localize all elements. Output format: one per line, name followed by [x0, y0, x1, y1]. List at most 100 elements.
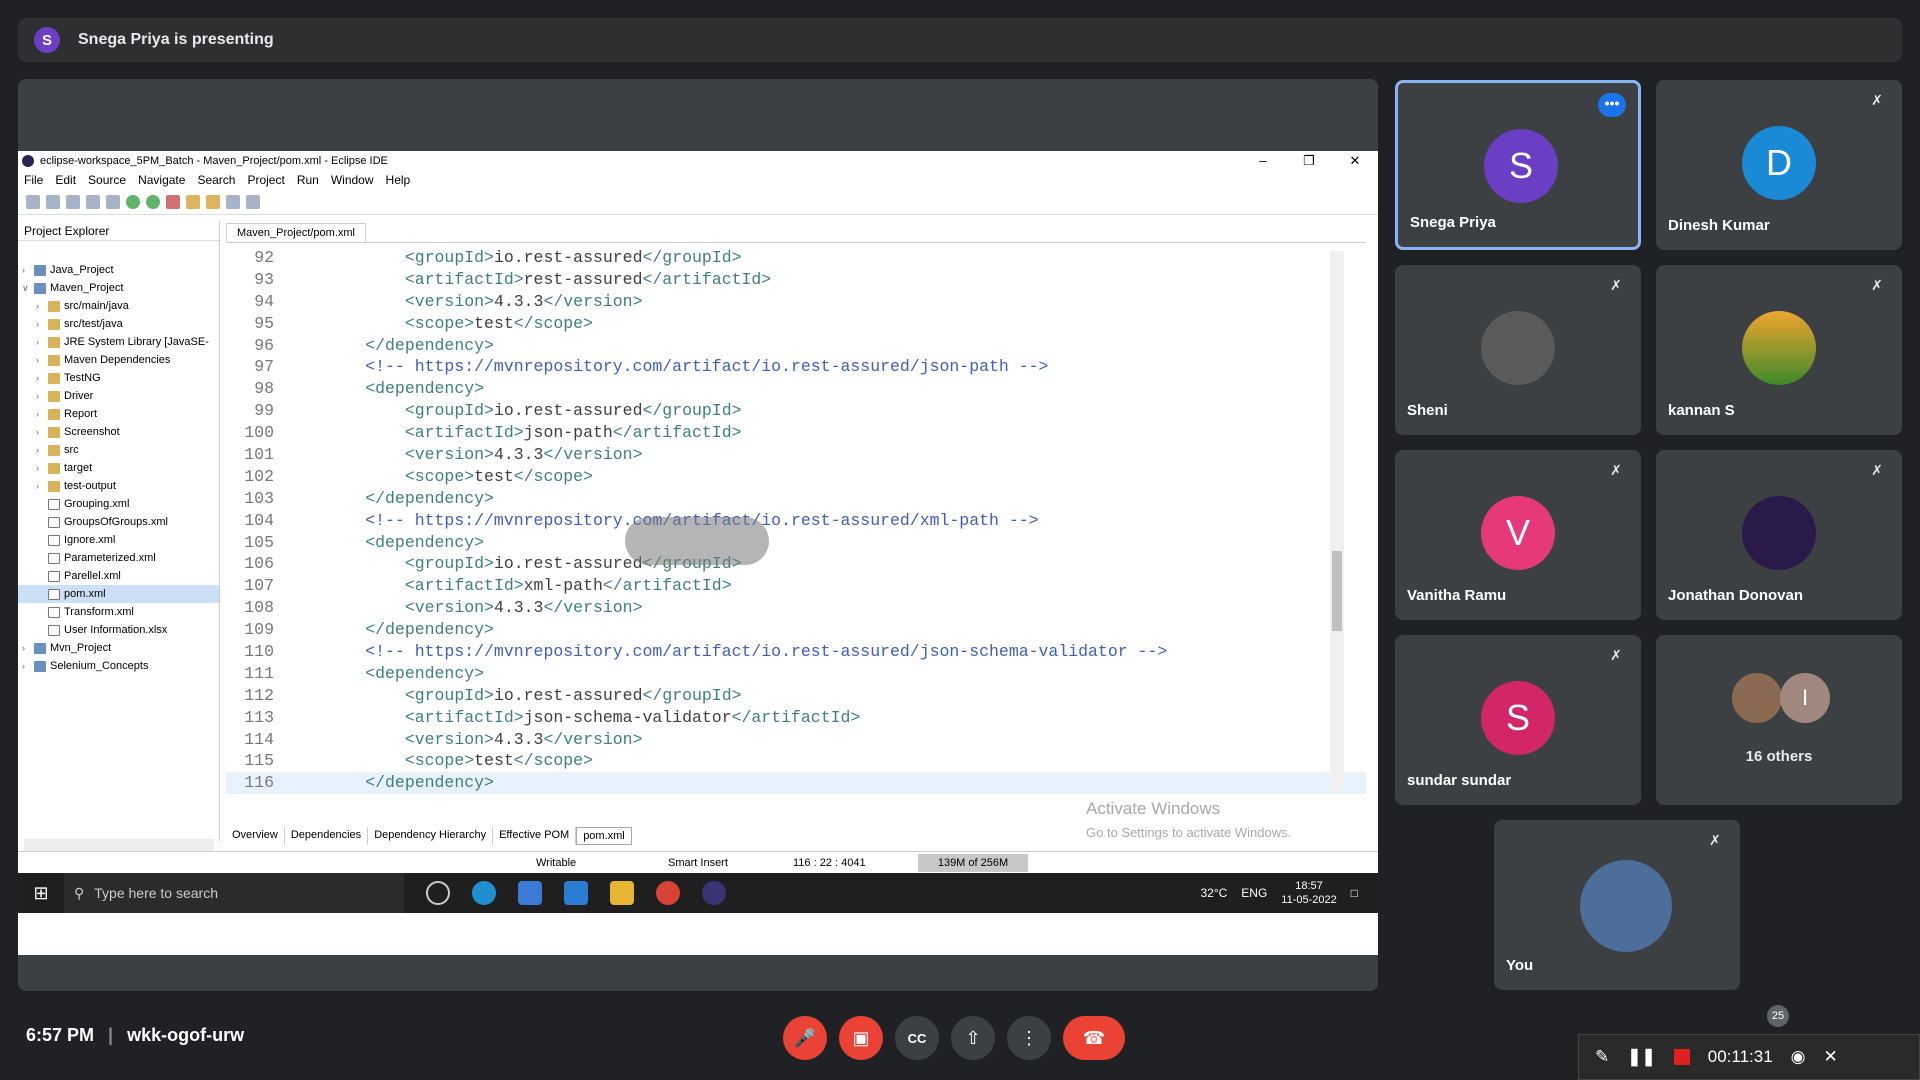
- open-folder-icon[interactable]: [206, 194, 220, 209]
- save-icon[interactable]: [46, 194, 60, 209]
- code-line[interactable]: 100 <artifactId>json-path</artifactId>: [226, 422, 1366, 444]
- tree-item[interactable]: › Java_Project: [18, 261, 219, 279]
- weather-text[interactable]: 32°C: [1200, 886, 1227, 900]
- status-memory[interactable]: 139M of 256M: [918, 853, 1028, 872]
- debug-icon[interactable]: [106, 194, 120, 209]
- code-line[interactable]: 96 </dependency>: [226, 335, 1366, 357]
- tree-item[interactable]: › Mvn_Project: [18, 639, 219, 657]
- menu-navigate[interactable]: Navigate: [138, 173, 185, 187]
- more-options-icon[interactable]: •••: [1598, 93, 1626, 117]
- expand-chevron-icon[interactable]: ›: [36, 463, 48, 473]
- file-explorer-icon[interactable]: [610, 881, 634, 905]
- tab-overview[interactable]: Overview: [226, 827, 285, 845]
- code-line[interactable]: 109 </dependency>: [226, 619, 1366, 641]
- run-icon[interactable]: [126, 194, 140, 209]
- code-line[interactable]: 108 <version>4.3.3</version>: [226, 597, 1366, 619]
- code-line[interactable]: 112 <groupId>io.rest-assured</groupId>: [226, 685, 1366, 707]
- explorer-horizontal-scrollbar[interactable]: [24, 839, 214, 851]
- code-line[interactable]: 113 <artifactId>json-schema-validator</a…: [226, 707, 1366, 729]
- taskbar-clock[interactable]: 18:57 11-05-2022: [1281, 879, 1336, 907]
- tree-item[interactable]: › test-output: [18, 477, 219, 495]
- taskbar-search[interactable]: ⚲ Type here to search: [64, 873, 404, 913]
- more-options-button[interactable]: ⋮: [1007, 1016, 1051, 1060]
- menu-help[interactable]: Help: [386, 173, 411, 187]
- menu-window[interactable]: Window: [331, 173, 374, 187]
- edge-icon[interactable]: [472, 881, 496, 905]
- code-editor[interactable]: Maven_Project/pom.xml 92 <groupId>io.res…: [226, 221, 1366, 821]
- code-line[interactable]: 110 <!-- https://mvnrepository.com/artif…: [226, 641, 1366, 663]
- self-tile[interactable]: ✗ You: [1494, 820, 1740, 990]
- code-line[interactable]: 111 <dependency>: [226, 663, 1366, 685]
- expand-chevron-icon[interactable]: ›: [36, 373, 48, 383]
- save-all-icon[interactable]: [66, 194, 80, 209]
- tree-item[interactable]: › Maven Dependencies: [18, 351, 219, 369]
- expand-chevron-icon[interactable]: ›: [36, 355, 48, 365]
- tree-item[interactable]: Ignore.xml: [18, 531, 219, 549]
- new-icon[interactable]: [26, 194, 40, 209]
- tree-item[interactable]: › target: [18, 459, 219, 477]
- tab-dependency-hierarchy[interactable]: Dependency Hierarchy: [368, 827, 494, 845]
- minimize-icon[interactable]: –: [1240, 153, 1286, 169]
- code-line[interactable]: 101 <version>4.3.3</version>: [226, 444, 1366, 466]
- mic-off-button[interactable]: 🎤: [783, 1016, 827, 1060]
- close-icon[interactable]: ✕: [1824, 1047, 1838, 1067]
- tree-item[interactable]: ∨ Maven_Project: [18, 279, 219, 297]
- code-line[interactable]: 105 <dependency>: [226, 532, 1366, 554]
- print-icon[interactable]: [86, 194, 100, 209]
- expand-chevron-icon[interactable]: ∨: [22, 283, 34, 294]
- leave-call-button[interactable]: ☎: [1063, 1016, 1125, 1060]
- tab-dependencies[interactable]: Dependencies: [285, 827, 369, 845]
- menu-project[interactable]: Project: [247, 173, 284, 187]
- coverage-icon[interactable]: [146, 194, 160, 209]
- pen-icon[interactable]: ✎: [1595, 1047, 1609, 1067]
- task-view-icon[interactable]: [426, 881, 450, 905]
- participant-tile[interactable]: ••• S Snega Priya: [1395, 80, 1641, 250]
- pause-icon[interactable]: ❚❚: [1627, 1047, 1656, 1067]
- meeting-details[interactable]: 6:57 PM | wkk-ogof-urw: [26, 1025, 244, 1046]
- open-type-icon[interactable]: [186, 194, 200, 209]
- expand-chevron-icon[interactable]: ›: [36, 409, 48, 419]
- menu-edit[interactable]: Edit: [55, 173, 76, 187]
- expand-chevron-icon[interactable]: ›: [36, 337, 48, 347]
- editor-vertical-scrollbar[interactable]: [1330, 251, 1344, 791]
- code-line[interactable]: 102 <scope>test</scope>: [226, 466, 1366, 488]
- tree-item[interactable]: User Information.xlsx: [18, 621, 219, 639]
- expand-chevron-icon[interactable]: ›: [36, 319, 48, 329]
- menu-file[interactable]: File: [24, 173, 43, 187]
- captions-button[interactable]: CC: [895, 1016, 939, 1060]
- chrome-icon[interactable]: [656, 881, 680, 905]
- expand-chevron-icon[interactable]: ›: [22, 265, 34, 275]
- expand-chevron-icon[interactable]: ›: [22, 661, 34, 671]
- tree-item[interactable]: › JRE System Library [JavaSE-: [18, 333, 219, 351]
- eclipse-taskbar-icon[interactable]: [702, 881, 726, 905]
- external-tools-icon[interactable]: [166, 194, 180, 209]
- code-line[interactable]: 116 </dependency>: [226, 772, 1366, 795]
- back-icon[interactable]: [226, 194, 240, 209]
- tree-item[interactable]: GroupsOfGroups.xml: [18, 513, 219, 531]
- code-line[interactable]: 98 <dependency>: [226, 378, 1366, 400]
- tree-item[interactable]: Transform.xml: [18, 603, 219, 621]
- tree-item[interactable]: pom.xml: [18, 585, 219, 603]
- tree-item[interactable]: › TestNG: [18, 369, 219, 387]
- tree-item[interactable]: › src/test/java: [18, 315, 219, 333]
- tab-pom-xml[interactable]: pom.xml: [576, 827, 632, 845]
- tree-item[interactable]: › Screenshot: [18, 423, 219, 441]
- menu-search[interactable]: Search: [197, 173, 235, 187]
- participant-tile[interactable]: ✗ S sundar sundar: [1395, 635, 1641, 805]
- camera-icon[interactable]: ◉: [1791, 1047, 1806, 1067]
- code-line[interactable]: 92 <groupId>io.rest-assured</groupId>: [226, 247, 1366, 269]
- expand-chevron-icon[interactable]: ›: [36, 391, 48, 401]
- tree-item[interactable]: › src: [18, 441, 219, 459]
- code-line[interactable]: 94 <version>4.3.3</version>: [226, 291, 1366, 313]
- code-line[interactable]: 107 <artifactId>xml-path</artifactId>: [226, 575, 1366, 597]
- code-line[interactable]: 93 <artifactId>rest-assured</artifactId>: [226, 269, 1366, 291]
- menu-source[interactable]: Source: [88, 173, 126, 187]
- expand-chevron-icon[interactable]: ›: [36, 445, 48, 455]
- participant-tile[interactable]: ✗ D Dinesh Kumar: [1656, 80, 1902, 250]
- tree-item[interactable]: Parellel.xml: [18, 567, 219, 585]
- present-button[interactable]: ⇧: [951, 1016, 995, 1060]
- participant-tile[interactable]: ✗ V Vanitha Ramu: [1395, 450, 1641, 620]
- forward-icon[interactable]: [246, 194, 260, 209]
- code-line[interactable]: 95 <scope>test</scope>: [226, 313, 1366, 335]
- mail-icon[interactable]: [564, 881, 588, 905]
